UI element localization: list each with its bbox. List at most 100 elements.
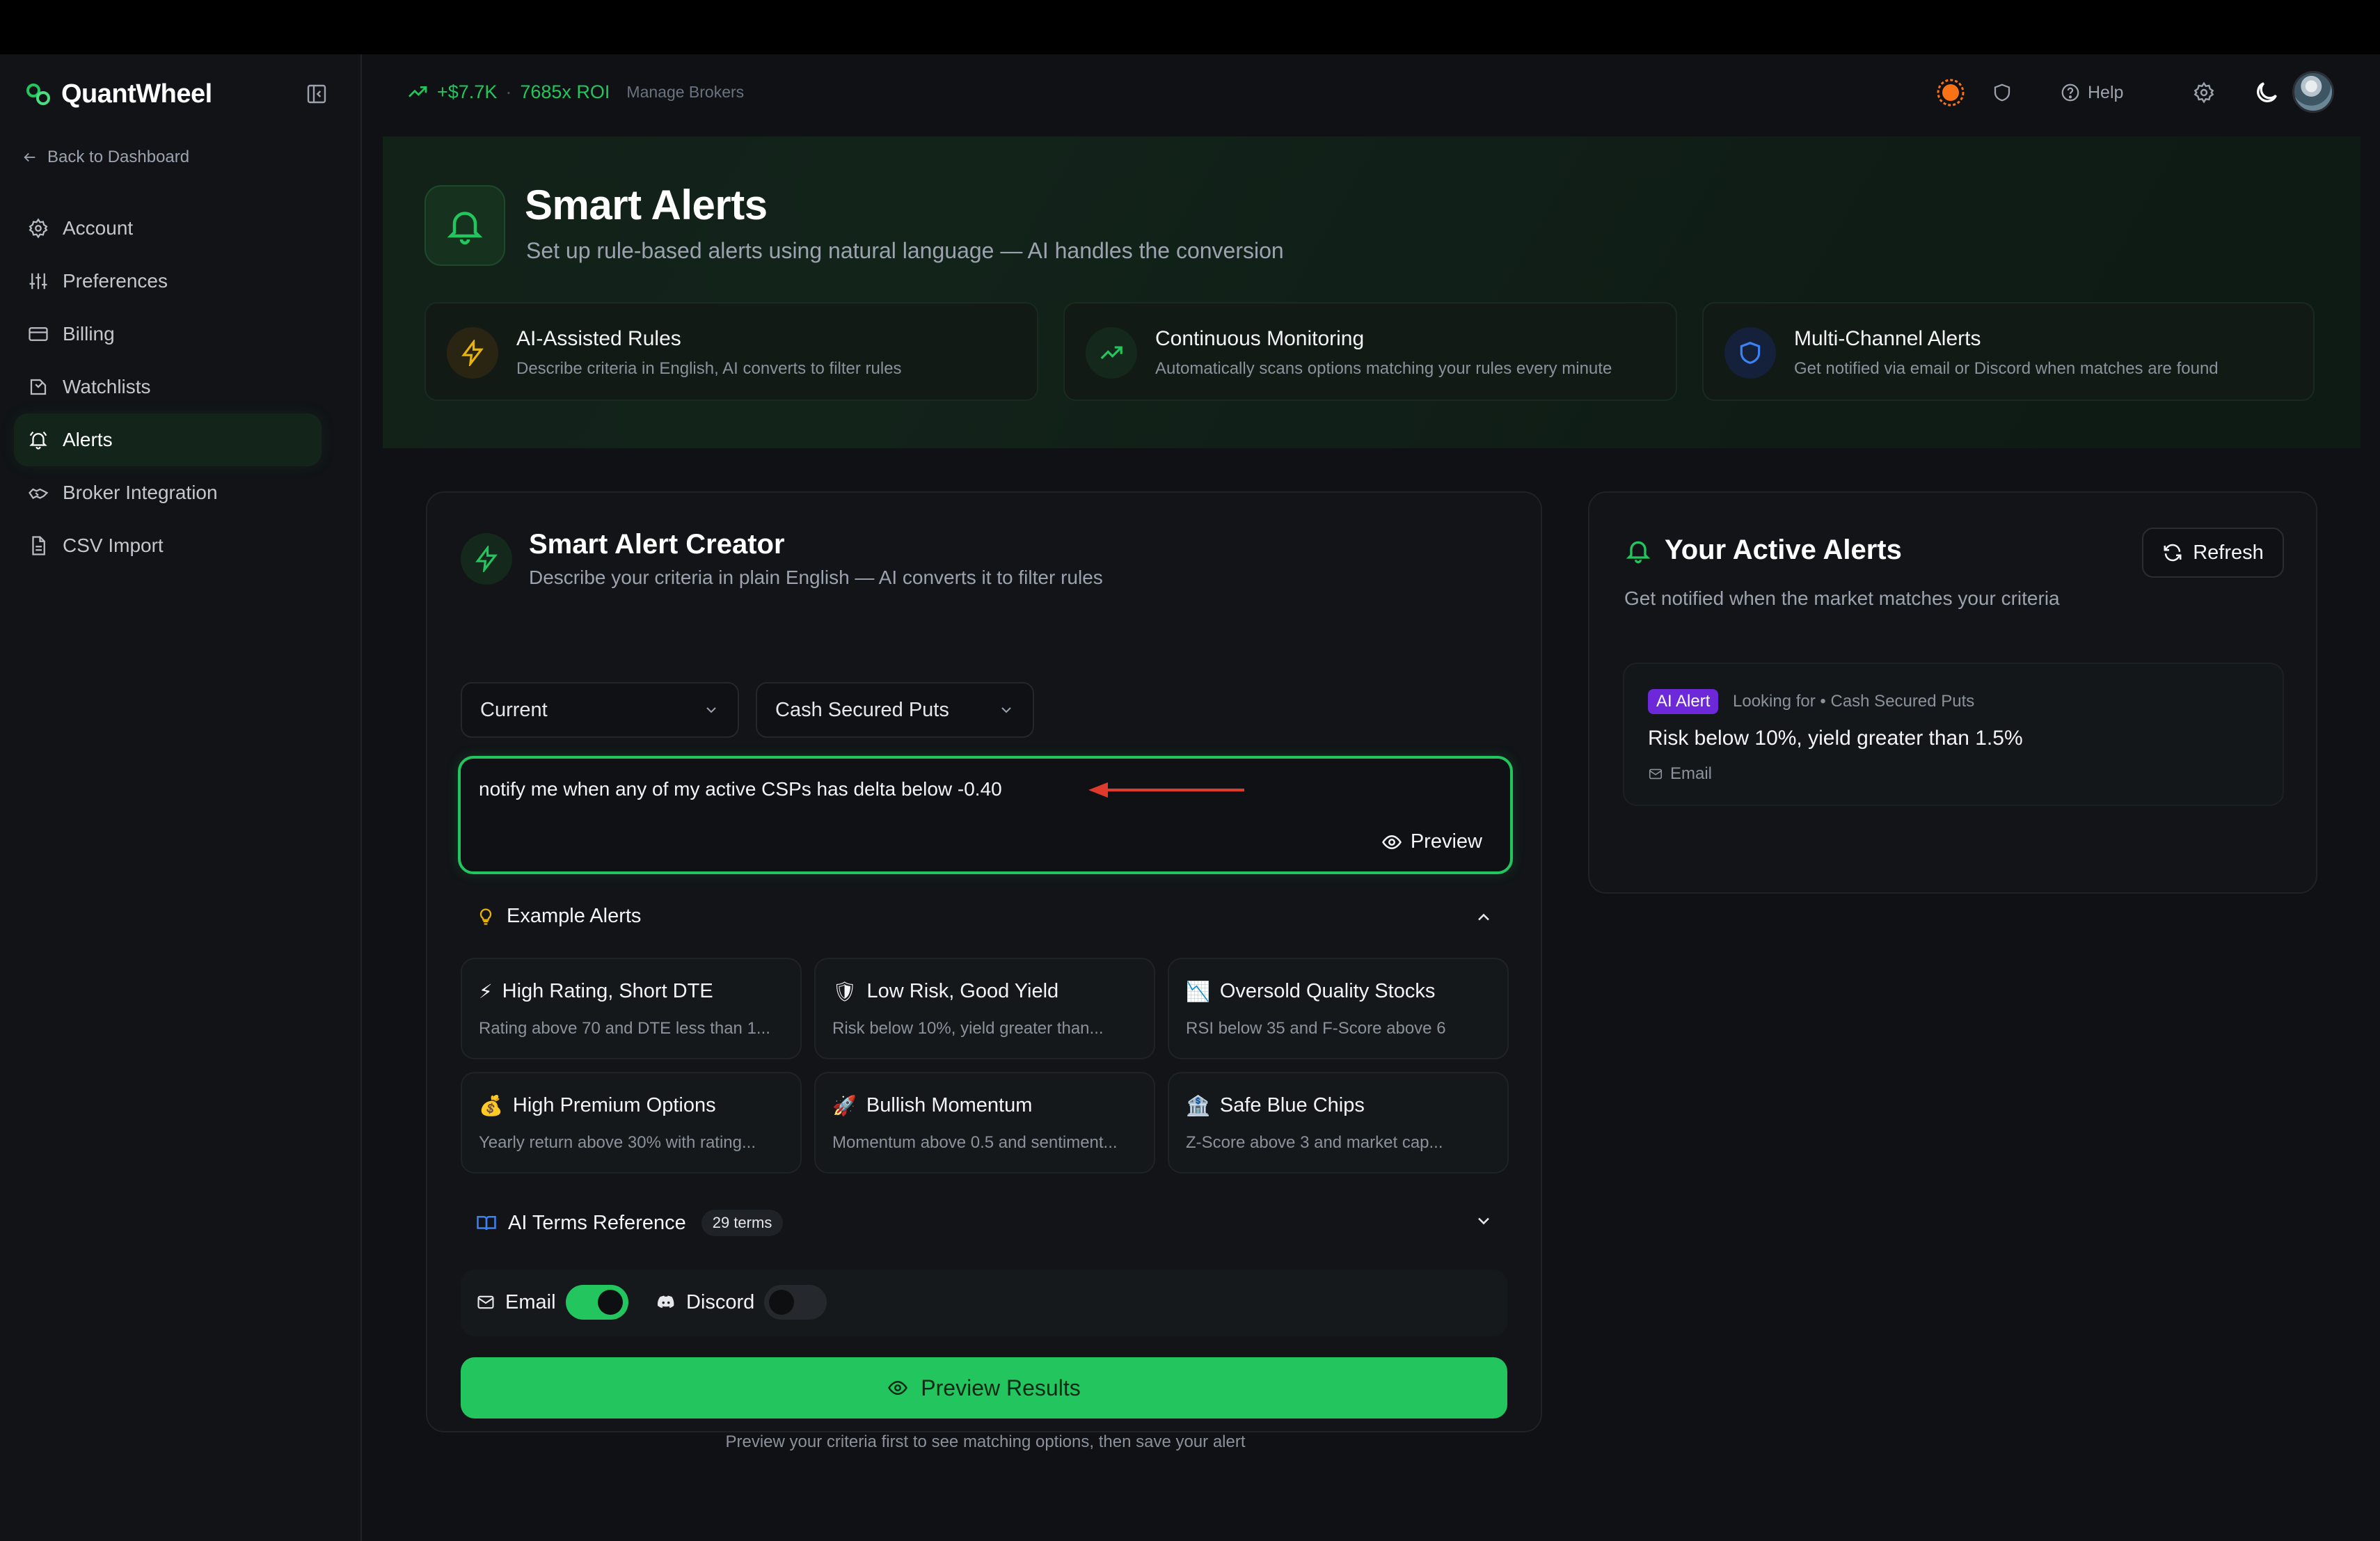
chevron-down-icon	[998, 702, 1015, 718]
help-label: Help	[2088, 82, 2124, 102]
alert-channel: Email	[1648, 764, 1712, 784]
help-button[interactable]: Help	[2060, 75, 2123, 110]
example-card-bullish-momentum[interactable]: 🚀 Bullish Momentum Momentum above 0.5 and…	[814, 1072, 1155, 1173]
preview-results-button[interactable]: Preview Results	[461, 1357, 1507, 1418]
discord-label: Discord	[686, 1290, 755, 1313]
brand-name: QuantWheel	[61, 79, 212, 109]
ai-alert-badge: AI Alert	[1648, 689, 1719, 714]
alert-item[interactable]: AI Alert Looking for • Cash Secured Puts…	[1623, 663, 2284, 806]
avatar[interactable]	[2292, 71, 2334, 113]
gain-value: +$7.7K	[437, 81, 498, 102]
preview-label: Preview	[1410, 830, 1482, 853]
bell-icon	[425, 185, 505, 266]
chevron-up-icon[interactable]	[1474, 908, 1493, 927]
example-card-high-premium[interactable]: 💰 High Premium Options Yearly return abov…	[461, 1072, 802, 1173]
ai-terms-label: AI Terms Reference	[508, 1211, 686, 1234]
email-channel: Email	[476, 1285, 628, 1320]
sidebar-item-billing[interactable]: Billing	[14, 308, 322, 361]
smart-alert-creator: Smart Alert Creator Describe your criter…	[426, 491, 1542, 1451]
page-subtitle: Set up rule-based alerts using natural l…	[526, 238, 1284, 263]
separator: ·	[505, 81, 512, 102]
lightbulb-icon	[476, 907, 495, 926]
discord-channel: Discord	[656, 1285, 827, 1320]
example-alerts-title: Example Alerts	[507, 905, 642, 927]
feature-card-ai-rules: AI-Assisted Rules Describe criteria in E…	[425, 302, 1038, 401]
roi-summary[interactable]: +$7.7K · 7685x ROI Manage Brokers	[406, 81, 744, 103]
discord-toggle[interactable]	[764, 1285, 827, 1320]
eye-icon	[887, 1377, 908, 1398]
example-title: Low Risk, Good Yield	[866, 980, 1059, 1002]
alert-criteria-text: notify me when any of my active CSPs has…	[479, 778, 1002, 800]
sidebar-item-broker-integration[interactable]: Broker Integration	[14, 466, 322, 519]
example-title: High Premium Options	[512, 1094, 716, 1116]
trending-up-icon	[1086, 327, 1137, 379]
active-alerts-panel: Your Active Alerts Get notified when the…	[1588, 491, 2317, 894]
ai-terms-reference-header[interactable]: AI Terms Reference 29 terms	[476, 1210, 784, 1236]
sidebar-item-csv-import[interactable]: CSV Import	[14, 519, 322, 572]
shield-icon: 🛡	[832, 980, 857, 1003]
manage-brokers-link[interactable]: Manage Brokers	[626, 83, 744, 102]
chevron-down-icon	[703, 702, 720, 718]
sidebar-item-label: Watchlists	[63, 376, 151, 397]
active-alerts-subtitle: Get notified when the market matches you…	[1624, 587, 2060, 609]
period-select-value: Current	[480, 698, 548, 721]
alert-meta: Looking for • Cash Secured Puts	[1733, 692, 1975, 711]
refresh-label: Refresh	[2193, 541, 2264, 564]
terms-count-badge: 29 terms	[701, 1210, 784, 1236]
example-alerts-header[interactable]: Example Alerts	[476, 905, 641, 928]
bell-icon	[28, 429, 49, 450]
email-label: Email	[505, 1290, 556, 1313]
example-title: Oversold Quality Stocks	[1219, 980, 1436, 1002]
email-toggle[interactable]	[565, 1285, 628, 1320]
strategy-select[interactable]: Cash Secured Puts	[756, 682, 1034, 738]
status-indicator-icon[interactable]	[1933, 75, 1968, 110]
back-to-dashboard-link[interactable]: Back to Dashboard	[22, 148, 189, 167]
example-title: Bullish Momentum	[866, 1094, 1033, 1116]
shield-icon[interactable]	[1985, 75, 2020, 110]
feature-card-multi-channel: Multi-Channel Alerts Get notified via em…	[1702, 302, 2315, 401]
discord-icon	[656, 1292, 676, 1313]
sidebar-item-label: Alerts	[63, 429, 113, 450]
collapse-sidebar-icon[interactable]	[302, 79, 331, 109]
page-title: Smart Alerts	[525, 182, 768, 228]
active-alerts-title: Your Active Alerts	[1665, 535, 1902, 565]
alert-criteria-input[interactable]: notify me when any of my active CSPs has…	[458, 756, 1513, 874]
arrow-left-icon	[22, 150, 38, 165]
handshake-icon	[28, 482, 49, 503]
settings-gear-icon[interactable]	[2187, 75, 2221, 110]
feature-title: Continuous Monitoring	[1155, 327, 1365, 350]
back-label: Back to Dashboard	[47, 148, 190, 166]
sidebar-item-account[interactable]: Account	[14, 202, 322, 255]
logo-icon	[25, 81, 51, 108]
example-title: Safe Blue Chips	[1219, 1094, 1365, 1116]
chevron-down-icon[interactable]	[1474, 1211, 1493, 1231]
top-bar: +$7.7K · 7685x ROI Manage Brokers Help	[363, 54, 2380, 132]
refresh-icon	[2162, 542, 2183, 563]
example-card-high-rating[interactable]: ⚡ High Rating, Short DTE Rating above 70 …	[461, 958, 802, 1059]
feature-desc: Automatically scans options matching you…	[1155, 359, 1612, 378]
preview-results-label: Preview Results	[921, 1375, 1081, 1400]
period-select[interactable]: Current	[461, 682, 739, 738]
example-card-low-risk[interactable]: 🛡 Low Risk, Good Yield Risk below 10%, yi…	[814, 958, 1155, 1059]
mail-icon	[1648, 766, 1663, 782]
sidebar-item-label: Preferences	[63, 270, 168, 292]
notification-channels: Email Discord	[461, 1270, 1507, 1336]
brand[interactable]: QuantWheel	[25, 79, 212, 109]
sidebar-item-label: Broker Integration	[63, 482, 218, 503]
sidebar-item-preferences[interactable]: Preferences	[14, 255, 322, 308]
example-card-oversold[interactable]: 📉 Oversold Quality Stocks RSI below 35 an…	[1168, 958, 1509, 1059]
feature-title: Multi-Channel Alerts	[1794, 327, 1981, 350]
example-card-safe-blue-chips[interactable]: 🏦 Safe Blue Chips Z-Score above 3 and mar…	[1168, 1072, 1509, 1173]
example-desc: Yearly return above 30% with rating...	[479, 1133, 756, 1152]
example-desc: Z-Score above 3 and market cap...	[1186, 1133, 1443, 1152]
file-icon	[28, 535, 49, 556]
trending-up-icon	[406, 81, 429, 103]
eye-icon	[1381, 832, 1402, 853]
book-icon	[476, 1212, 497, 1233]
refresh-button[interactable]: Refresh	[2142, 528, 2284, 578]
feature-card-monitoring: Continuous Monitoring Automatically scan…	[1063, 302, 1677, 401]
sidebar-item-alerts[interactable]: Alerts	[14, 413, 322, 466]
preview-button[interactable]: Preview	[1381, 830, 1482, 853]
sidebar-item-watchlists[interactable]: Watchlists	[14, 361, 322, 413]
moon-icon[interactable]	[2249, 75, 2284, 110]
